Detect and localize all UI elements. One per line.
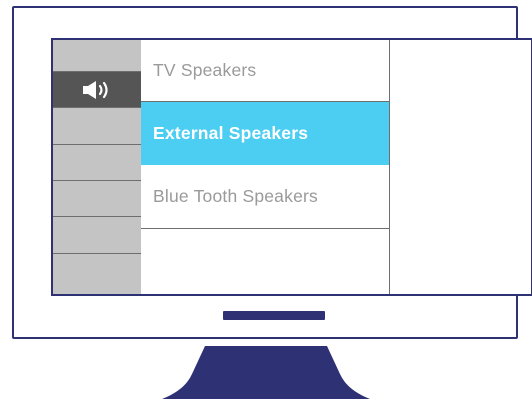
- speaker-volume-icon: [82, 80, 112, 99]
- menu-item-label: Blue Tooth Speakers: [153, 186, 318, 206]
- menu-item-tv-speakers[interactable]: TV Speakers: [141, 40, 389, 102]
- sidebar-item-audio[interactable]: [53, 72, 141, 108]
- sidebar-item[interactable]: [53, 40, 141, 72]
- monitor-frame: TV Speakers External Speakers Blue Tooth…: [12, 6, 532, 339]
- settings-sidebar: [53, 40, 141, 294]
- menu-item-label: External Speakers: [153, 123, 309, 143]
- menu-item-external-speakers[interactable]: External Speakers: [141, 102, 389, 165]
- tv-screen: TV Speakers External Speakers Blue Tooth…: [51, 38, 532, 296]
- monitor-chin-bar: [223, 311, 325, 320]
- sidebar-item[interactable]: [53, 217, 141, 254]
- detail-pane: [390, 40, 531, 294]
- menu-item-label: TV Speakers: [153, 60, 257, 80]
- sidebar-item[interactable]: [53, 181, 141, 217]
- monitor-stand: [145, 346, 387, 399]
- audio-output-menu: TV Speakers External Speakers Blue Tooth…: [141, 40, 390, 294]
- sidebar-item[interactable]: [53, 145, 141, 181]
- menu-item-bluetooth-speakers[interactable]: Blue Tooth Speakers: [141, 165, 389, 229]
- sidebar-item[interactable]: [53, 108, 141, 145]
- sidebar-item[interactable]: [53, 254, 141, 294]
- menu-item-empty: [141, 229, 389, 294]
